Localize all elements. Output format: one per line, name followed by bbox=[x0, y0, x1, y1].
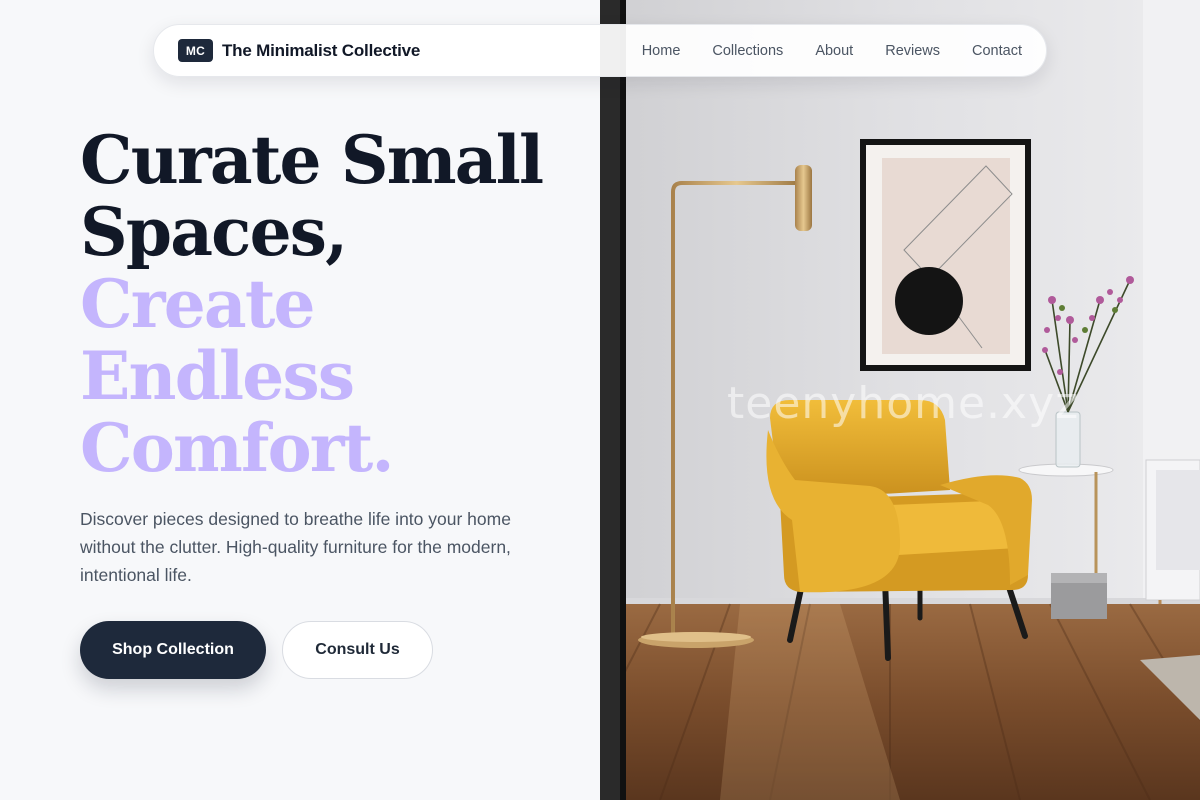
consult-us-button[interactable]: Consult Us bbox=[282, 621, 433, 679]
hero-description: Discover pieces designed to breathe life… bbox=[80, 509, 511, 585]
nav-link-home[interactable]: Home bbox=[642, 43, 681, 59]
headline-accent-line: Endless bbox=[80, 337, 355, 415]
nav-link-collections[interactable]: Collections bbox=[712, 43, 783, 59]
brand-name: The Minimalist Collective bbox=[222, 40, 421, 60]
nav-link-reviews[interactable]: Reviews bbox=[885, 43, 940, 59]
nav-link-about[interactable]: About bbox=[815, 43, 853, 59]
headline-accent-line: Comfort. bbox=[80, 409, 394, 487]
headline-accent-line: Create bbox=[80, 265, 316, 343]
headline-line: Curate Small bbox=[80, 121, 544, 199]
top-navbar: MC The Minimalist Collective Home Collec… bbox=[153, 24, 1047, 77]
nav-links: Home Collections About Reviews Contact bbox=[642, 43, 1022, 59]
hero-headline: Curate Small Spaces, Create Endless Comf… bbox=[80, 124, 580, 484]
watermark: teenyhome.xyz bbox=[727, 378, 1080, 429]
brand-logo: MC bbox=[178, 39, 213, 62]
shop-collection-button[interactable]: Shop Collection bbox=[80, 621, 266, 679]
brand-link[interactable]: MC The Minimalist Collective bbox=[178, 39, 420, 62]
headline-line: Spaces, bbox=[80, 193, 348, 271]
nav-link-contact[interactable]: Contact bbox=[972, 43, 1022, 59]
